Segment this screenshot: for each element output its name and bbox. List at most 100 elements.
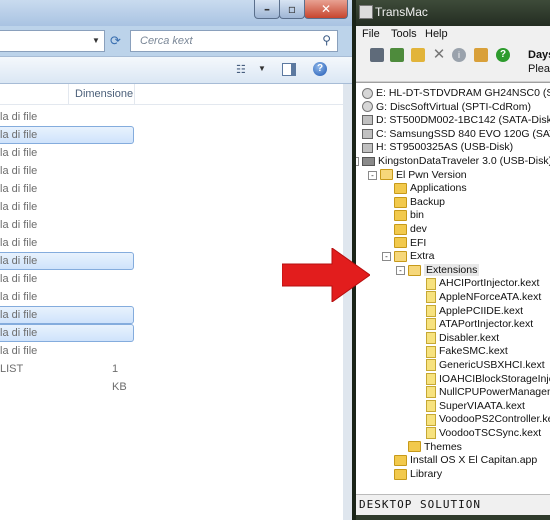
tree-node[interactable]: Library — [394, 467, 442, 481]
menu-bar: File Tools Help — [356, 26, 550, 43]
properties-icon[interactable] — [474, 48, 488, 62]
folder-icon — [408, 441, 421, 453]
kext-icon — [426, 386, 436, 399]
file-row[interactable]: la di file — [0, 252, 134, 270]
tree-node-label: bin — [410, 209, 425, 222]
tree-node-label: Disabler.kext — [439, 331, 500, 344]
tree-node[interactable]: VoodooTSCSync.kext — [426, 426, 541, 440]
column-size[interactable]: Dimensione — [75, 88, 133, 100]
tree-node[interactable]: dev — [394, 222, 427, 236]
file-row[interactable]: la di file — [0, 126, 134, 144]
menu-tools[interactable]: Tools — [391, 28, 417, 40]
address-bar[interactable]: ▼ — [0, 30, 105, 52]
transmac-titlebar: TransMac — [356, 0, 550, 26]
tree-expander[interactable]: - — [382, 252, 391, 262]
tree-node-label: KingstonDataTraveler 3.0 (USB-Disk) — [378, 155, 550, 167]
tree-node[interactable]: H: ST9500325AS (USB-Disk) — [362, 140, 513, 154]
tree-node[interactable]: El Pwn Version — [380, 168, 467, 182]
menu-file[interactable]: File — [362, 28, 380, 40]
preview-pane-icon[interactable] — [282, 63, 296, 76]
tree-node[interactable]: EFI — [394, 236, 426, 250]
red-arrow — [282, 248, 370, 302]
info-icon[interactable]: i — [452, 48, 466, 62]
tree-node[interactable]: C: SamsungSSD 840 EVO 120G (SATA-Di — [362, 127, 550, 141]
tree-node-label: ATAPortInjector.kext — [439, 318, 534, 331]
delete-icon[interactable]: ✕ — [432, 47, 446, 62]
tree-node[interactable]: D: ST500DM002-1BC142 (SATA-Disk) — [362, 113, 550, 127]
file-row[interactable]: la di file — [0, 306, 134, 324]
tree-node[interactable]: Install OS X El Capitan.app — [394, 453, 537, 467]
tree-expander[interactable]: - — [368, 170, 377, 180]
file-row[interactable]: la di file — [0, 288, 134, 306]
menu-help[interactable]: Help — [425, 28, 448, 40]
file-list: Dimensione la di file la di file la di fil… — [0, 84, 343, 520]
search-input[interactable]: Cerca kext ⚲ — [130, 30, 338, 52]
kext-icon — [426, 318, 436, 331]
folder-icon — [394, 454, 407, 466]
tree-node[interactable]: VoodooPS2Controller.kext — [426, 412, 550, 426]
tree-node[interactable]: FakeSMC.kext — [426, 344, 508, 358]
file-type: la di file — [0, 237, 38, 249]
usb-icon — [362, 156, 375, 166]
trial-days-label: Days — [528, 49, 550, 61]
tree-node[interactable]: bin — [394, 208, 424, 222]
tree-node[interactable]: GenericUSBXHCI.kext — [426, 358, 545, 372]
folder-icon — [394, 182, 407, 194]
view-options-icon[interactable]: ☷ — [236, 63, 246, 76]
tree-node[interactable]: SuperVIAATA.kext — [426, 399, 525, 413]
column-header: Dimensione — [0, 84, 343, 105]
explorer-titlebar: – ▫ ✕ — [0, 0, 352, 26]
tree-expander[interactable]: - — [356, 157, 359, 166]
file-row[interactable]: LIST 1 KB — [0, 360, 134, 393]
open-drive-icon[interactable] — [370, 48, 384, 62]
file-row[interactable]: la di file — [0, 270, 134, 288]
tree-node[interactable]: ApplePCIIDE.kext — [426, 304, 523, 318]
tree-expander[interactable]: - — [396, 265, 405, 275]
tree-node[interactable]: Extra — [394, 249, 435, 263]
file-row[interactable]: la di file — [0, 162, 134, 180]
column-divider[interactable] — [134, 84, 135, 104]
file-row[interactable]: la di file — [0, 216, 134, 234]
maximize-button[interactable]: ▫ — [279, 0, 305, 19]
file-row[interactable]: la di file — [0, 108, 134, 126]
tree-node[interactable]: Disabler.kext — [426, 331, 499, 345]
tree-node[interactable]: Extensions — [408, 263, 480, 277]
tree-node[interactable]: E: HL-DT-STDVDRAM GH24NSC0 (SATA — [362, 86, 550, 100]
tree-node[interactable]: AHCIPortInjector.kext — [426, 276, 539, 290]
cd-icon — [362, 101, 373, 113]
chevron-down-icon[interactable]: ▼ — [92, 36, 100, 45]
file-row[interactable]: la di file — [0, 234, 134, 252]
save-icon[interactable] — [390, 48, 404, 62]
tree-node-label: AHCIPortInjector.kext — [439, 277, 540, 290]
tree-node[interactable]: AppleNForceATA.kext — [426, 290, 541, 304]
new-folder-icon[interactable] — [411, 48, 425, 62]
tree-node[interactable]: G: DiscSoftVirtual (SPTI-CdRom) — [362, 100, 531, 114]
chevron-down-icon[interactable]: ▼ — [258, 64, 266, 73]
scrollbar[interactable] — [343, 84, 352, 520]
file-type: la di file — [0, 165, 38, 177]
help-icon[interactable]: ? — [496, 48, 510, 62]
file-row[interactable]: la di file — [0, 144, 134, 162]
minimize-button[interactable]: – — [254, 0, 280, 19]
file-row[interactable]: la di file — [0, 324, 134, 342]
tree-node[interactable]: Themes — [408, 440, 462, 454]
help-button[interactable]: ? — [313, 62, 327, 76]
tree-node[interactable]: Applications — [394, 181, 467, 195]
file-row[interactable]: la di file — [0, 198, 134, 216]
search-icon[interactable]: ⚲ — [322, 33, 331, 47]
column-divider[interactable] — [68, 84, 69, 104]
close-button[interactable]: ✕ — [304, 0, 348, 19]
tree-node[interactable]: Backup — [394, 195, 445, 209]
search-placeholder: Cerca kext — [140, 35, 193, 47]
tree-node[interactable]: KingstonDataTraveler 3.0 (USB-Disk) — [362, 154, 550, 168]
tree-node-label: Applications — [410, 182, 467, 195]
tree-node[interactable]: NullCPUPowerManageme — [426, 385, 550, 399]
file-row[interactable]: la di file — [0, 180, 134, 198]
tree-node[interactable]: IOAHCIBlockStorageInject — [426, 372, 550, 386]
drive-icon — [362, 142, 373, 153]
kext-icon — [426, 277, 436, 290]
refresh-icon[interactable]: ⟳ — [110, 33, 121, 49]
folder-icon — [380, 169, 393, 181]
file-row[interactable]: la di file — [0, 342, 134, 360]
tree-node[interactable]: ATAPortInjector.kext — [426, 317, 533, 331]
